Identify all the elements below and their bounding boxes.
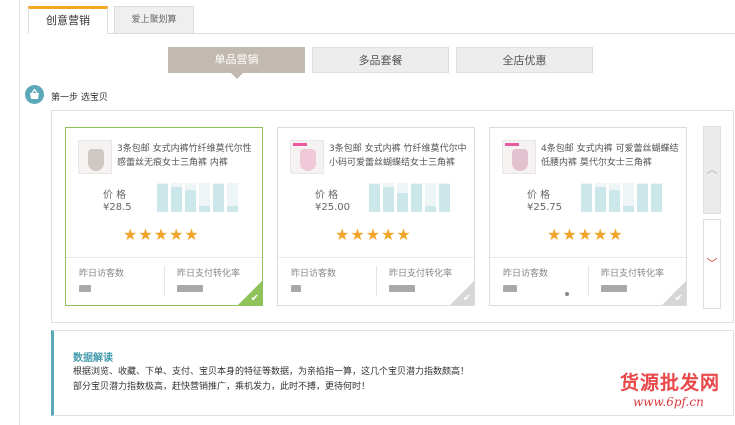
visitors-value-blurred: [291, 285, 301, 292]
scroll-up-button[interactable]: ︿: [703, 126, 721, 214]
potential-bar: [397, 193, 408, 212]
visitors-value-blurred: [79, 285, 91, 292]
page-indicator-dot[interactable]: [565, 292, 569, 296]
potential-bar: [581, 184, 592, 212]
card-footer: 昨日访客数 昨日支付转化率: [490, 257, 686, 305]
watermark-url: www.6pf.cn: [633, 395, 704, 409]
mode-single-product-button[interactable]: 单品营销: [168, 47, 305, 79]
note-title: 数据解读: [73, 353, 113, 364]
product-selector-panel: 3条包邮 女式内裤竹纤维莫代尔性感蕾丝无痕女士三角裤 内裤 价 格 ¥28.5 …: [51, 110, 734, 323]
chevron-down-icon: ﹀: [706, 257, 718, 270]
product-card-3[interactable]: 4条包邮 女式内裤 可爱蕾丝蝴蝶结低腰内裤 莫代尔女士三角裤 价 格 ¥25.7…: [489, 127, 687, 306]
price-label: 价 格: [103, 190, 127, 201]
tab-bar: 创意营销 爱上聚划算: [28, 6, 735, 34]
product-thumbnail: [78, 140, 112, 174]
price-label: 价 格: [315, 190, 339, 201]
product-price: ¥28.5: [103, 202, 132, 213]
visitors-label: 昨日访客数: [503, 269, 549, 279]
rating-stars: ★★★★★: [123, 225, 200, 244]
product-card-2[interactable]: 3条包邮 女式内裤 竹纤维莫代尔中小码可爱蕾丝蝴蝶结女士三角裤 价 格 ¥25.…: [277, 127, 475, 306]
product-title: 3条包邮 女式内裤 竹纤维莫代尔中小码可爱蕾丝蝴蝶结女士三角裤: [329, 144, 467, 168]
product-title: 4条包邮 女式内裤 可爱蕾丝蝴蝶结低腰内裤 莫代尔女士三角裤: [541, 144, 679, 168]
potential-bar: [369, 184, 380, 212]
conversion-label: 昨日支付转化率: [601, 269, 665, 279]
conversion-value-blurred: [177, 285, 203, 292]
potential-bars: [157, 183, 238, 212]
left-rule: [19, 0, 20, 425]
note-line-2: 部分宝贝潜力指数极高，赶快营销推广，乘机发力，此时不搏，更待何时！: [73, 382, 371, 392]
potential-bar: [439, 184, 450, 212]
watermark-text: 货源批发网: [620, 372, 721, 394]
card-footer: 昨日访客数 昨日支付转化率: [66, 257, 262, 305]
potential-bar: [185, 190, 196, 212]
basket-icon: [25, 85, 44, 104]
potential-bar: [623, 206, 634, 212]
rating-stars: ★★★★★: [335, 225, 412, 244]
visitors-value-blurred: [503, 285, 517, 292]
conversion-value-blurred: [601, 285, 627, 292]
potential-bar: [595, 187, 606, 212]
potential-bar: [227, 206, 238, 212]
potential-bar: [637, 184, 648, 212]
product-title: 3条包邮 女式内裤竹纤维莫代尔性感蕾丝无痕女士三角裤 内裤: [117, 144, 252, 168]
potential-bar: [425, 206, 436, 212]
potential-bars: [581, 183, 662, 212]
check-icon: ✔: [674, 293, 683, 304]
price-label: 价 格: [527, 190, 551, 201]
potential-bar: [199, 206, 210, 212]
step-label: 第一步 选宝贝: [51, 93, 108, 103]
mode-bundle-button[interactable]: 多品套餐: [312, 47, 449, 73]
conversion-label: 昨日支付转化率: [389, 269, 453, 279]
rating-stars: ★★★★★: [547, 225, 624, 244]
potential-bar: [171, 187, 182, 212]
note-line-1: 根据浏览、收藏、下单、支付、宝贝本身的特征等数据，为亲掐指一算，这几个宝贝潜力指…: [73, 367, 470, 377]
potential-bar: [383, 187, 394, 212]
product-card-1[interactable]: 3条包邮 女式内裤竹纤维莫代尔性感蕾丝无痕女士三角裤 内裤 价 格 ¥28.5 …: [65, 127, 263, 306]
card-footer: 昨日访客数 昨日支付转化率: [278, 257, 474, 305]
chevron-up-icon: ︿: [706, 163, 718, 176]
check-icon: ✔: [250, 293, 259, 304]
potential-bar: [609, 190, 620, 212]
potential-bar: [213, 184, 224, 212]
potential-bars: [369, 183, 450, 212]
product-thumbnail: [502, 140, 536, 174]
conversion-value-blurred: [389, 285, 415, 292]
product-thumbnail: [290, 140, 324, 174]
potential-bar: [157, 184, 168, 212]
tab-creative-marketing[interactable]: 创意营销: [28, 6, 108, 34]
tab-juhuasuan[interactable]: 爱上聚划算: [114, 6, 194, 34]
check-icon: ✔: [462, 293, 471, 304]
conversion-label: 昨日支付转化率: [177, 269, 241, 279]
potential-bar: [411, 184, 422, 212]
visitors-label: 昨日访客数: [291, 269, 337, 279]
product-price: ¥25.75: [527, 202, 562, 213]
mode-store-discount-button[interactable]: 全店优惠: [456, 47, 593, 73]
potential-bar: [651, 184, 662, 212]
product-price: ¥25.00: [315, 202, 350, 213]
visitors-label: 昨日访客数: [79, 269, 125, 279]
scroll-down-button[interactable]: ﹀: [703, 219, 721, 309]
